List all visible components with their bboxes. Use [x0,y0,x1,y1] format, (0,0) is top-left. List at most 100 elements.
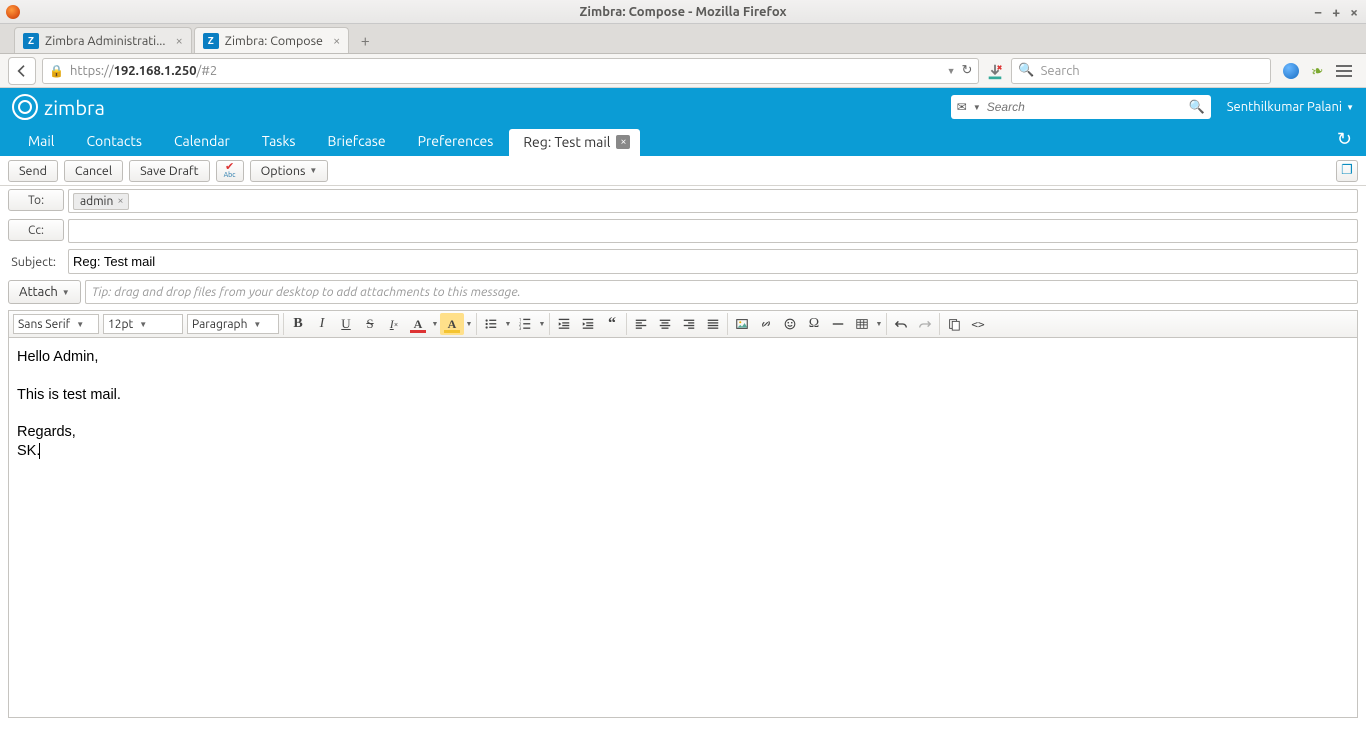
search-icon: 🔍 [1018,63,1034,78]
close-icon[interactable]: × [616,135,630,149]
browser-search-field[interactable]: 🔍 Search [1011,58,1271,84]
browser-tab-admin[interactable]: Z Zimbra Administrati... × [14,27,192,53]
align-center-button[interactable] [653,313,677,335]
zimbra-search[interactable]: ✉ ▼ 🔍 [951,95,1211,119]
to-button[interactable]: To: [8,189,64,211]
attach-button[interactable]: Attach▼ [8,280,81,304]
bold-button[interactable]: B [286,313,310,335]
browser-tab-compose[interactable]: Z Zimbra: Compose × [194,27,349,53]
subject-field[interactable] [68,249,1358,274]
remove-chip-icon[interactable]: × [117,195,123,207]
strike-button[interactable]: S [358,313,382,335]
align-justify-button[interactable] [701,313,725,335]
format-select[interactable]: Paragraph▼ [187,314,279,334]
chevron-down-icon[interactable]: ▼ [973,103,981,112]
number-list-button[interactable]: 123 [513,313,537,335]
menu-button[interactable] [1336,65,1352,77]
new-tab-button[interactable]: + [351,29,379,53]
align-right-button[interactable] [677,313,701,335]
nav-calendar[interactable]: Calendar [158,127,246,156]
nav-contacts[interactable]: Contacts [70,127,158,156]
paste-button[interactable] [942,313,966,335]
to-field[interactable]: admin× [68,189,1358,213]
underline-button[interactable]: U [334,313,358,335]
compose-toolbar: Send Cancel Save Draft ✔Abc Options▼ ❐ [0,156,1366,186]
firefox-icon [6,5,20,19]
editor-body[interactable]: Hello Admin, This is test mail. Regards,… [8,338,1358,718]
cc-field[interactable] [68,219,1358,243]
options-button[interactable]: Options▼ [250,160,329,182]
nav-tasks[interactable]: Tasks [246,127,312,156]
bullet-list-button[interactable] [479,313,503,335]
align-left-button[interactable] [629,313,653,335]
zimbra-logo[interactable]: zimbra [12,94,105,120]
send-button[interactable]: Send [8,160,58,182]
leaf-icon[interactable]: ❧ [1309,60,1326,81]
body-line: Hello Admin, [17,348,1349,367]
toolbar-right: ❧ [1277,62,1358,80]
source-button[interactable]: <> [966,313,990,335]
url-dropdown-icon[interactable]: ▼ [947,66,956,76]
window-minimize-button[interactable]: − [1314,4,1322,20]
detach-button[interactable]: ❐ [1336,160,1358,182]
user-name: Senthilkumar Palani [1227,100,1342,114]
refresh-button[interactable]: ↻ [1323,129,1366,156]
indent-button[interactable] [576,313,600,335]
save-draft-button[interactable]: Save Draft [129,160,209,182]
body-line: SK. [17,443,40,459]
user-menu[interactable]: Senthilkumar Palani ▼ [1227,100,1354,114]
emoji-button[interactable] [778,313,802,335]
nav-briefcase[interactable]: Briefcase [311,127,401,156]
special-char-button[interactable]: Ω [802,313,826,335]
zimbra-header: zimbra ✉ ▼ 🔍 Senthilkumar Palani ▼ [0,88,1366,126]
os-titlebar: Zimbra: Compose - Mozilla Firefox − + × [0,0,1366,24]
font-size-select[interactable]: 12pt▼ [103,314,183,334]
recipient-chip[interactable]: admin× [73,193,129,210]
insert-link-button[interactable] [754,313,778,335]
nav-preferences[interactable]: Preferences [402,127,510,156]
window-maximize-button[interactable]: + [1332,4,1340,20]
subject-input[interactable] [73,252,1353,271]
browser-urlbar: 🔒 https://192.168.1.250/#2 ▼ ↻ 🔍 Search … [0,54,1366,88]
font-color-button[interactable]: A [406,313,430,335]
highlight-dropdown[interactable]: ▼ [464,320,474,328]
body-line: Regards, [17,423,1349,442]
globe-icon[interactable] [1283,63,1299,79]
insert-image-button[interactable] [730,313,754,335]
highlight-button[interactable]: A [440,313,464,335]
nav-compose-tab[interactable]: Reg: Test mail × [509,129,640,156]
font-family-select[interactable]: Sans Serif▼ [13,314,99,334]
downloads-icon[interactable] [985,61,1005,81]
zimbra-favicon: Z [203,33,219,49]
hr-button[interactable] [826,313,850,335]
editor-toolbar: Sans Serif▼ 12pt▼ Paragraph▼ B I U S I× … [8,310,1358,338]
search-placeholder: Search [1041,64,1080,78]
attach-row: Attach▼ Tip: drag and drop files from yo… [0,277,1366,307]
zimbra-brand: zimbra [44,96,105,119]
nav-back-button[interactable] [8,57,36,85]
redo-button[interactable] [913,313,937,335]
italic-button[interactable]: I [310,313,334,335]
undo-button[interactable] [889,313,913,335]
outdent-button[interactable] [552,313,576,335]
attach-tip[interactable]: Tip: drag and drop files from your deskt… [85,280,1358,304]
table-button[interactable] [850,313,874,335]
nav-mail[interactable]: Mail [12,127,70,156]
cancel-button[interactable]: Cancel [64,160,123,182]
window-close-button[interactable]: × [1350,4,1358,20]
zimbra-search-input[interactable] [987,100,1183,114]
close-tab-icon[interactable]: × [175,34,182,48]
number-dropdown[interactable]: ▼ [537,320,547,328]
close-tab-icon[interactable]: × [333,34,340,48]
blockquote-button[interactable]: “ [600,313,624,335]
cc-button[interactable]: Cc: [8,219,64,241]
search-icon[interactable]: 🔍 [1189,100,1205,115]
bullet-dropdown[interactable]: ▼ [503,320,513,328]
spellcheck-button[interactable]: ✔Abc [216,160,244,182]
reload-icon[interactable]: ↻ [962,63,973,78]
font-color-dropdown[interactable]: ▼ [430,320,440,328]
clear-format-button[interactable]: I× [382,313,406,335]
url-field[interactable]: 🔒 https://192.168.1.250/#2 ▼ ↻ [42,58,979,84]
table-dropdown[interactable]: ▼ [874,320,884,328]
subject-row: Subject: [0,246,1366,277]
